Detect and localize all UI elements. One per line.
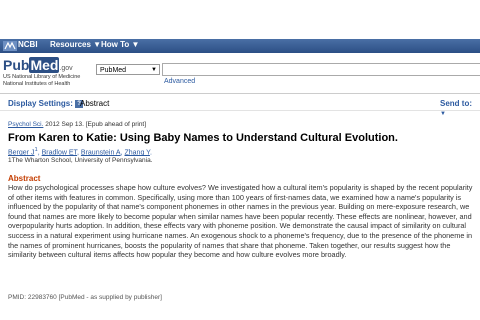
search-input[interactable]	[162, 63, 480, 76]
ncbi-link[interactable]: NCBI	[18, 40, 38, 49]
chevron-down-icon: ▼	[93, 40, 102, 49]
display-format: Abstract	[80, 99, 110, 108]
chevron-down-icon: ▼	[131, 40, 140, 49]
advanced-search-link[interactable]: Advanced	[164, 78, 195, 85]
citation-details: 2012 Sep 13. [Epub ahead of print]	[43, 121, 147, 128]
abstract-text: How do psychological processes shape how…	[8, 183, 473, 260]
select-arrow-icon: ▼	[151, 67, 157, 73]
article-title: From Karen to Katie: Using Baby Names to…	[8, 132, 398, 144]
pubmed-logo[interactable]: PubMed.gov	[3, 57, 73, 73]
resources-label: Resources	[50, 40, 91, 49]
pmid-line: PMID: 22983760 [PubMed - as supplied by …	[8, 294, 162, 301]
send-to-label: Send to:	[440, 99, 472, 108]
resources-menu[interactable]: Resources ▼	[50, 40, 101, 49]
chevron-down-icon: ▼	[440, 111, 446, 117]
affiliation: 1The Wharton School, University of Penns…	[8, 157, 153, 164]
nlm-line2: National Institutes of Health	[3, 80, 71, 87]
howto-menu[interactable]: How To ▼	[101, 40, 139, 49]
author-list: Berger J1, Bradlow ET, Braunstein A, Zha…	[8, 147, 152, 157]
author-link[interactable]: Braunstein A	[81, 149, 121, 156]
logo-gov: .gov	[59, 65, 73, 72]
author-link[interactable]: Zhang Y	[125, 149, 150, 156]
database-value: PubMed	[100, 67, 127, 74]
settings-divider	[0, 110, 480, 111]
header-divider	[0, 93, 480, 94]
logo-pub: Pub	[3, 57, 30, 73]
author-link[interactable]: Bradlow ET	[42, 149, 77, 156]
ncbi-logo-icon[interactable]	[3, 41, 17, 51]
display-settings-label: Display Settings:	[8, 99, 73, 108]
howto-label: How To	[101, 40, 130, 49]
nlm-credit: US National Library of Medicine National…	[3, 74, 80, 87]
logo-med: Med	[29, 57, 60, 73]
nlm-line1: US National Library of Medicine	[3, 74, 81, 80]
send-to-button[interactable]: Send to: ▼	[440, 99, 480, 117]
author-link[interactable]: Berger J	[8, 149, 34, 156]
citation-line: Psychol Sci. 2012 Sep 13. [Epub ahead of…	[8, 121, 146, 128]
display-settings-link[interactable]: Display Settings: ?	[8, 99, 84, 108]
database-select[interactable]: PubMed ▼	[96, 64, 160, 75]
abstract-heading: Abstract	[8, 174, 41, 183]
ncbi-topbar: NCBI Resources ▼ How To ▼	[0, 39, 480, 53]
journal-link[interactable]: Psychol Sci.	[8, 121, 43, 128]
